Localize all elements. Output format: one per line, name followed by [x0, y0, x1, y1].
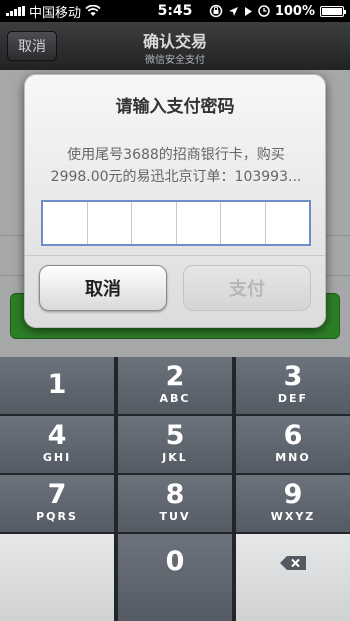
battery-icon	[320, 5, 346, 17]
key-digit: 0	[165, 546, 185, 577]
page-title: 确认交易	[142, 32, 207, 51]
pin-digit-cell	[88, 202, 132, 244]
key-6[interactable]: 6 MNO	[236, 416, 350, 473]
numeric-keypad: 1 2 ABC 3 DEF 4 GHI 5 JKL 6 MNO 7 PQRS 8…	[0, 357, 350, 621]
key-0[interactable]: 0	[118, 534, 232, 621]
wifi-icon	[85, 5, 101, 16]
signal-strength-icon	[6, 6, 25, 16]
key-letters: ABC	[159, 392, 191, 405]
key-digit: 2	[165, 361, 185, 392]
key-digit: 3	[283, 361, 303, 392]
key-letters: MNO	[275, 451, 311, 464]
dialog-cancel-button[interactable]: 取消	[39, 265, 167, 311]
alarm-icon	[258, 5, 270, 17]
key-letters: DEF	[277, 392, 309, 405]
key-7[interactable]: 7 PQRS	[0, 475, 114, 532]
nav-bar: 取消 确认交易 微信安全支付	[0, 22, 350, 70]
key-digit: 4	[47, 420, 67, 451]
key-digit: 8	[165, 479, 185, 510]
battery-fill	[322, 7, 342, 15]
dialog-pay-button[interactable]: 支付	[183, 265, 311, 311]
dialog-message-line2: 2998.00元的易迅北京订单：103993...	[50, 169, 302, 185]
key-digit: 7	[47, 479, 67, 510]
key-letters: GHI	[42, 451, 72, 464]
keypad-blank-key	[0, 534, 114, 621]
key-5[interactable]: 5 JKL	[118, 416, 232, 473]
pin-digit-cell	[43, 202, 88, 244]
key-digit: 9	[283, 479, 303, 510]
page-subtitle: 微信安全支付	[145, 55, 205, 66]
password-input[interactable]	[41, 200, 311, 246]
dialog-divider	[25, 255, 325, 256]
pin-digit-cell	[266, 202, 310, 244]
key-letters: TUV	[159, 510, 191, 523]
key-digit: 1	[47, 369, 67, 400]
key-2[interactable]: 2 ABC	[118, 357, 232, 414]
dialog-message-line1: 使用尾号3688的招商银行卡，购买	[67, 147, 285, 163]
location-arrow-icon	[228, 6, 238, 16]
pin-digit-cell	[221, 202, 266, 244]
key-letters: PQRS	[36, 510, 78, 523]
payment-password-dialog: 请输入支付密码 使用尾号3688的招商银行卡，购买 2998.00元的易迅北京订…	[24, 74, 326, 328]
carrier-name: 中国移动	[29, 5, 82, 21]
key-3[interactable]: 3 DEF	[236, 357, 350, 414]
key-digit: 5	[165, 420, 185, 451]
key-letters: JKL	[162, 451, 188, 464]
key-letters: WXYZ	[270, 510, 316, 523]
key-1[interactable]: 1	[0, 357, 114, 414]
delete-key[interactable]	[236, 534, 350, 621]
key-digit: 6	[283, 420, 303, 451]
key-4[interactable]: 4 GHI	[0, 416, 114, 473]
play-icon	[244, 6, 252, 16]
key-9[interactable]: 9 WXYZ	[236, 475, 350, 532]
pin-digit-cell	[177, 202, 221, 244]
rotation-lock-icon	[209, 4, 223, 18]
key-8[interactable]: 8 TUV	[118, 475, 232, 532]
battery-percentage: 100%	[274, 3, 315, 19]
backspace-icon	[280, 556, 306, 570]
dialog-title: 请输入支付密码	[115, 97, 235, 117]
pin-digit-cell	[132, 202, 177, 244]
status-bar: 中国移动 5:45 100%	[0, 0, 350, 22]
